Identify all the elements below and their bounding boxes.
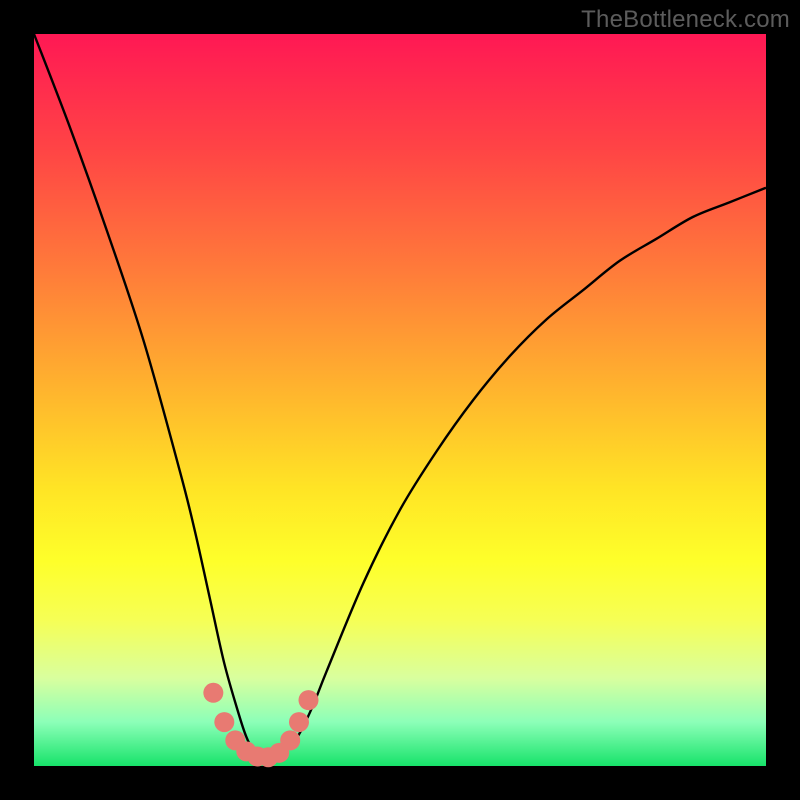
chart-frame: TheBottleneck.com <box>0 0 800 800</box>
plot-area <box>34 34 766 766</box>
marker-dot <box>203 683 223 703</box>
chart-svg <box>34 34 766 766</box>
marker-dot <box>289 712 309 732</box>
curve-path <box>34 34 766 759</box>
watermark-text: TheBottleneck.com <box>581 6 790 34</box>
highlighted-markers <box>203 683 318 767</box>
marker-dot <box>214 712 234 732</box>
marker-dot <box>299 690 319 710</box>
marker-dot <box>280 730 300 750</box>
bottleneck-curve <box>34 34 766 759</box>
